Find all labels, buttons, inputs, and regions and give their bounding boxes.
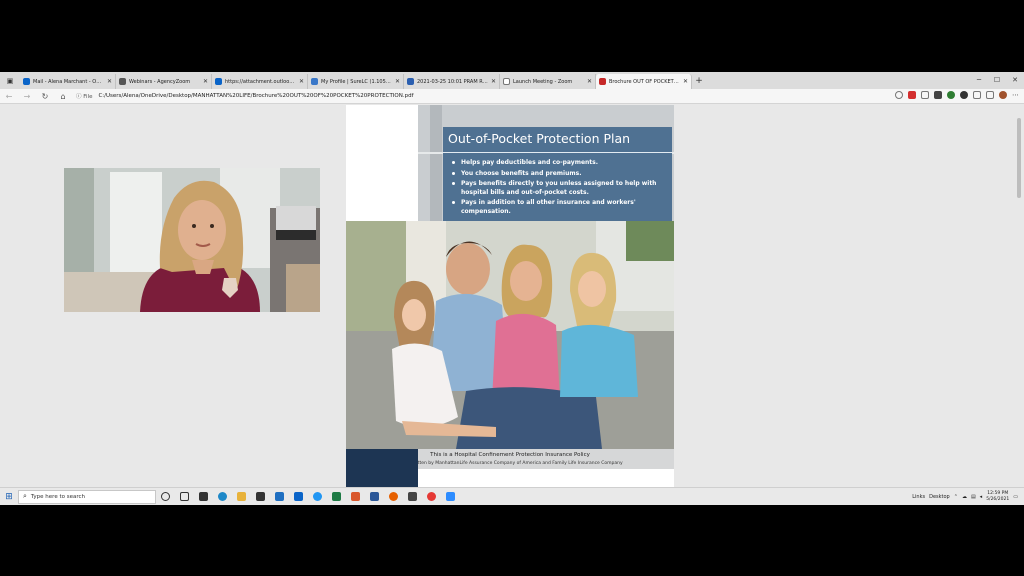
window-controls: ─ ☐ ✕ <box>970 72 1024 89</box>
page-icon <box>503 78 510 85</box>
outlook-icon <box>23 78 30 85</box>
widgets-icon[interactable] <box>175 488 194 506</box>
chevron-up-icon[interactable]: ⌃ <box>954 494 958 500</box>
webcam-overlay <box>64 168 320 312</box>
outlook-icon <box>215 78 222 85</box>
cloud-icon[interactable]: ☁ <box>962 494 967 500</box>
excel-icon[interactable] <box>327 488 346 506</box>
tab-brochure[interactable]: Brochure OUT OF POCKET PROT ✕ <box>596 74 692 89</box>
tab-pram[interactable]: 2021-03-25 10:01 PRAM Rx Nor ✕ <box>404 74 500 89</box>
windows-taskbar: ⊞ ⌕ Type here to search Links Desktop ⌃ … <box>0 487 1024 505</box>
plan-title: Out-of-Pocket Protection Plan <box>448 131 631 146</box>
family-photo-illustration <box>346 221 674 449</box>
pdf-icon <box>599 78 606 85</box>
close-window-icon[interactable]: ✕ <box>1006 72 1024 89</box>
agencyzoom-icon <box>119 78 126 85</box>
list-item: You choose benefits and premiums. <box>451 170 663 179</box>
outlook-icon[interactable] <box>289 488 308 506</box>
address-bar: ← → ↻ ⌂ ⓘ File C:/Users/Alena/OneDrive/D… <box>0 89 1024 104</box>
close-icon[interactable]: ✕ <box>203 78 208 85</box>
microsoft-store-icon[interactable] <box>251 488 270 506</box>
shield-icon <box>407 78 414 85</box>
minimize-icon[interactable]: ─ <box>970 72 988 89</box>
avatar[interactable] <box>999 91 1007 99</box>
url-field[interactable]: C:/Users/Alena/OneDrive/Desktop/MANHATTA… <box>98 93 413 99</box>
browser-tab-strip: ▣ Mail - Alena Marchant - Outlook ✕ Webi… <box>0 72 1024 89</box>
acrobat-icon[interactable] <box>908 91 916 99</box>
tab-zoom[interactable]: Launch Meeting - Zoom ✕ <box>500 74 596 89</box>
extension-icon[interactable] <box>934 91 942 99</box>
favorites-icon[interactable] <box>973 91 981 99</box>
back-icon[interactable]: ← <box>0 92 18 101</box>
toolbar-icons: ⋯ <box>895 91 1020 99</box>
maximize-icon[interactable]: ☐ <box>988 72 1006 89</box>
tray-desktop-label[interactable]: Desktop <box>929 494 950 500</box>
close-icon[interactable]: ✕ <box>107 78 112 85</box>
collections-icon[interactable] <box>986 91 994 99</box>
zoom-icon[interactable] <box>441 488 460 506</box>
close-icon[interactable]: ✕ <box>683 78 688 85</box>
forward-icon[interactable]: → <box>18 92 36 101</box>
webcam-video-illustration <box>64 168 320 312</box>
close-icon[interactable]: ✕ <box>299 78 304 85</box>
tray-links-label[interactable]: Links <box>912 494 925 500</box>
word-icon[interactable] <box>365 488 384 506</box>
plan-header: Out-of-Pocket Protection Plan Helps pay … <box>443 127 672 221</box>
task-view-icon[interactable] <box>156 488 175 506</box>
list-item: Pays benefits directly to you unless ass… <box>451 180 663 197</box>
tab-surelc[interactable]: My Profile | SureLC (1.105.324 ✕ <box>308 74 404 89</box>
extension-icon[interactable] <box>960 91 968 99</box>
edge-icon[interactable] <box>213 488 232 506</box>
benefits-list: Helps pay deductibles and co-payments. Y… <box>451 159 663 218</box>
family-photo <box>346 221 674 449</box>
skype-icon[interactable] <box>308 488 327 506</box>
calculator-icon[interactable] <box>403 488 422 506</box>
file-explorer-icon[interactable] <box>232 488 251 506</box>
list-item: Pays in addition to all other insurance … <box>451 199 663 216</box>
chrome-icon[interactable] <box>422 488 441 506</box>
extension-icon[interactable] <box>947 91 955 99</box>
navy-block <box>346 449 418 487</box>
close-icon[interactable]: ✕ <box>491 78 496 85</box>
tab-agencyzoom[interactable]: Webinars - AgencyZoom ✕ <box>116 74 212 89</box>
store-icon[interactable] <box>194 488 213 506</box>
taskbar-search-input[interactable]: ⌕ Type here to search <box>18 489 156 504</box>
windows-start-icon[interactable]: ⊞ <box>0 492 18 502</box>
new-tab-button[interactable]: + <box>692 74 706 89</box>
onenote-icon[interactable] <box>346 488 365 506</box>
tab-outlook-attachment[interactable]: https://attachment.outlook.live ✕ <box>212 74 308 89</box>
system-tray: Links Desktop ⌃ ☁ ▤ ◂ 12:59 PM 5/26/2021… <box>912 488 1024 505</box>
list-item: Helps pay deductibles and co-payments. <box>451 159 663 168</box>
close-icon[interactable]: ✕ <box>395 78 400 85</box>
tab-actions-icon[interactable]: ▣ <box>0 72 20 89</box>
extension-icon[interactable] <box>921 91 929 99</box>
more-icon[interactable]: ⋯ <box>1012 91 1020 99</box>
scroll-thumb[interactable] <box>1017 118 1021 198</box>
scrollbar[interactable] <box>1016 104 1022 487</box>
refresh-icon[interactable]: ↻ <box>36 92 54 101</box>
pdf-page: Out-of-Pocket Protection Plan Helps pay … <box>346 105 674 487</box>
firefox-icon[interactable] <box>384 488 403 506</box>
tab-outlook[interactable]: Mail - Alena Marchant - Outlook ✕ <box>20 74 116 89</box>
mail-icon[interactable] <box>270 488 289 506</box>
search-icon: ⌕ <box>23 492 27 500</box>
read-aloud-icon[interactable] <box>895 91 903 99</box>
screen: ▣ Mail - Alena Marchant - Outlook ✕ Webi… <box>0 72 1024 505</box>
system-clock[interactable]: 12:59 PM 5/26/2021 <box>986 491 1009 503</box>
surelc-icon <box>311 78 318 85</box>
notification-icon[interactable]: ▭ <box>1013 494 1018 500</box>
close-icon[interactable]: ✕ <box>587 78 592 85</box>
home-icon[interactable]: ⌂ <box>54 92 72 101</box>
volume-icon[interactable]: ◂ <box>980 494 983 500</box>
network-icon[interactable]: ▤ <box>971 494 976 500</box>
url-scheme-label: ⓘ File <box>76 94 93 100</box>
